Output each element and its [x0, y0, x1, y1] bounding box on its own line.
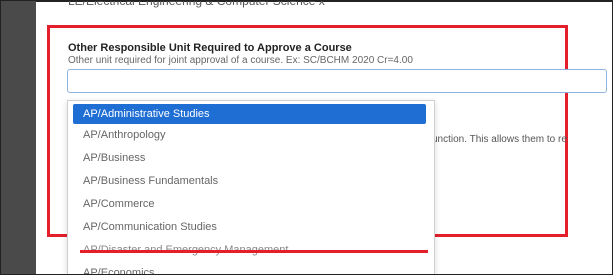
dropdown-option[interactable]: AP/Business Fundamentals — [68, 170, 434, 193]
dropdown-option[interactable]: AP/Communication Studies — [68, 216, 434, 239]
previous-selected-value: LE/Electrical Engineering & Computer Sci… — [68, 0, 325, 8]
dropdown-option-selected[interactable]: AP/Administrative Studies — [73, 104, 426, 124]
dropdown-option[interactable]: AP/Anthropology — [68, 124, 434, 147]
left-sidebar-strip — [0, 0, 36, 275]
dropdown-option-partial[interactable]: AP/Disaster and Emergency Management — [68, 239, 434, 262]
responsible-unit-input[interactable] — [67, 69, 607, 93]
dropdown-option[interactable]: AP/Economics — [68, 262, 434, 275]
highlight-edge-overlay — [80, 250, 428, 253]
field-label: Other Responsible Unit Required to Appro… — [68, 42, 352, 54]
unit-dropdown-list[interactable]: AP/Administrative Studies AP/Anthropolog… — [67, 100, 435, 275]
dropdown-option[interactable]: AP/Business — [68, 147, 434, 170]
dropdown-option[interactable]: AP/Commerce — [68, 193, 434, 216]
obscured-help-text: unction. This allows them to re — [432, 134, 567, 145]
field-help-text: Other unit required for joint approval o… — [68, 55, 413, 66]
